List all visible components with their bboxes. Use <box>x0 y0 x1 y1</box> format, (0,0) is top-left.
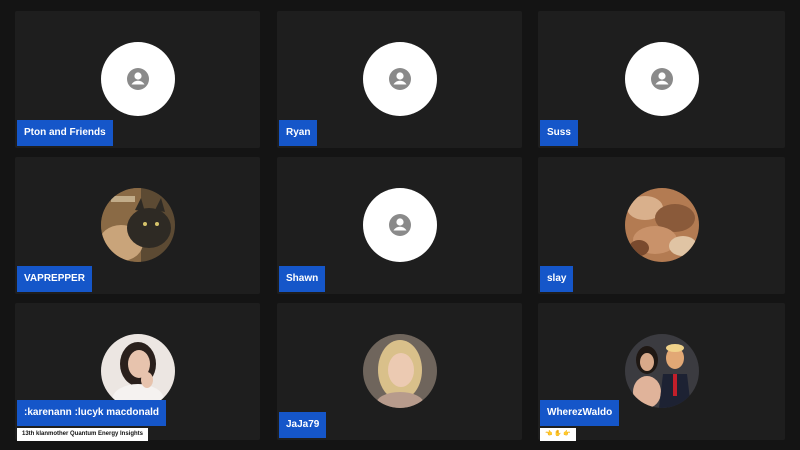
avatar <box>362 42 437 116</box>
avatar <box>100 42 175 116</box>
photo-cat-and-person-icon <box>100 188 175 262</box>
photo-blonde-woman-icon <box>362 334 437 408</box>
avatar <box>100 334 175 408</box>
participant-subtitle: 👈 ✋ 👉 <box>540 428 576 441</box>
avatar <box>362 188 437 262</box>
avatar <box>362 334 437 408</box>
avatar <box>100 188 175 262</box>
participant-name-tag: :karenann :lucyk macdonald <box>17 400 167 426</box>
person-placeholder-icon <box>650 68 673 90</box>
participant-name-tag: WherezWaldo <box>540 400 620 426</box>
avatar <box>624 42 699 116</box>
participant-tile[interactable]: JaJa79 <box>277 303 522 440</box>
person-placeholder-icon <box>388 68 411 90</box>
participant-tile[interactable]: Suss <box>538 11 785 148</box>
participant-subtitle: 13th klanmother Quantum Energy Insights <box>17 428 149 441</box>
person-placeholder-icon <box>126 68 149 90</box>
participant-tile[interactable]: WherezWaldo <box>538 303 785 440</box>
participant-tile[interactable]: :karenann :lucyk macdonald <box>15 303 260 440</box>
avatar <box>624 188 699 262</box>
participant-tile[interactable]: Pton and Friends <box>15 11 260 148</box>
participant-name-tag: slay <box>540 266 574 292</box>
photo-couple-icon <box>624 334 699 408</box>
participant-name-tag: Suss <box>540 120 578 146</box>
participant-name-tag: Ryan <box>279 120 318 146</box>
participant-name-tag: VAPREPPER <box>17 266 92 292</box>
video-grid: Pton and Friends Ryan Suss VAPREPPER Sha… <box>0 0 800 450</box>
participant-tile[interactable]: slay <box>538 157 785 294</box>
avatar <box>624 334 699 408</box>
photo-copper-texture-icon <box>624 188 699 262</box>
participant-name-tag: Shawn <box>279 266 326 292</box>
participant-tile[interactable]: Shawn <box>277 157 522 294</box>
participant-tile[interactable]: VAPREPPER <box>15 157 260 294</box>
photo-woman-dark-hair-icon <box>100 334 175 408</box>
participant-name-tag: Pton and Friends <box>17 120 113 146</box>
person-placeholder-icon <box>388 214 411 236</box>
participant-name-tag: JaJa79 <box>279 412 327 438</box>
participant-tile[interactable]: Ryan <box>277 11 522 148</box>
